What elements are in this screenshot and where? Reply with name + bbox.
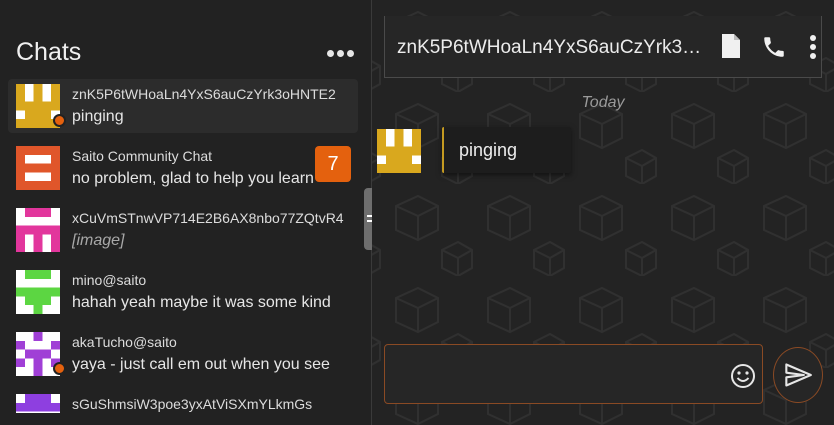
avatar <box>377 129 421 173</box>
send-icon <box>785 363 812 387</box>
chat-last-message: [image] <box>72 232 125 249</box>
unread-badge: 7 <box>315 146 351 182</box>
chat-last-message: no problem, glad to help you learn <box>72 170 314 187</box>
emoji-icon[interactable] <box>730 363 756 389</box>
avatar <box>16 146 60 190</box>
phone-icon[interactable] <box>761 34 787 60</box>
chat-list-item[interactable]: sGuShmsiW3poe3yxAtViSXmYLkmGs <box>8 389 358 413</box>
message-text: pinging <box>459 140 518 160</box>
sidebar-title: Chats <box>16 38 82 66</box>
chat-name: sGuShmsiW3poe3yxAtViSXmYLkmGs <box>72 396 313 412</box>
chat-list: znK5P6tWHoaLn4YxS6auCzYrk3oHNTE2 pinging… <box>0 79 358 413</box>
kebab-icon[interactable] <box>809 34 817 60</box>
chat-list-item[interactable]: mino@saito hahah yeah maybe it was some … <box>8 265 358 319</box>
chat-title: znK5P6tWHoaLn4YxS6auCzYrk3oHNTE2 <box>397 37 702 58</box>
document-icon[interactable] <box>722 34 740 58</box>
chat-last-message: yaya - just call em out when you see <box>72 356 330 373</box>
chat-name: Saito Community Chat <box>72 148 213 164</box>
online-status-dot <box>53 362 66 375</box>
avatar <box>16 394 60 413</box>
message-input[interactable] <box>384 344 763 404</box>
chat-list-item[interactable]: znK5P6tWHoaLn4YxS6auCzYrk3oHNTE2 pinging <box>8 79 358 133</box>
avatar <box>16 270 60 314</box>
online-status-dot <box>53 114 66 127</box>
chat-header: znK5P6tWHoaLn4YxS6auCzYrk3oHNTE2 <box>384 16 822 78</box>
chat-window: znK5P6tWHoaLn4YxS6auCzYrk3oHNTE2 Today p… <box>372 0 834 425</box>
chat-list-item[interactable]: akaTucho@saito yaya - just call em out w… <box>8 327 358 381</box>
avatar <box>16 208 60 252</box>
chat-last-message: hahah yeah maybe it was some kind <box>72 294 331 311</box>
menu-dots-icon[interactable] <box>327 50 355 58</box>
chat-list-item[interactable]: Saito Community Chat no problem, glad to… <box>8 141 358 195</box>
chat-last-message: pinging <box>72 108 124 125</box>
message-bubble: pinging <box>442 127 571 173</box>
chat-name: mino@saito <box>72 272 147 288</box>
chat-name: akaTucho@saito <box>72 334 177 350</box>
chat-sidebar: Chats znK5P6tWHoaLn4YxS6auCzYrk3oHNTE2 p… <box>0 0 372 425</box>
chat-name: znK5P6tWHoaLn4YxS6auCzYrk3oHNTE2 <box>72 86 336 102</box>
send-button[interactable] <box>773 347 823 403</box>
chat-list-item[interactable]: xCuVmSTnwVP714E2B6AX8nbo77ZQtvR4 [image] <box>8 203 358 257</box>
chat-name: xCuVmSTnwVP714E2B6AX8nbo77ZQtvR4 <box>72 210 344 226</box>
date-separator: Today <box>581 94 625 111</box>
